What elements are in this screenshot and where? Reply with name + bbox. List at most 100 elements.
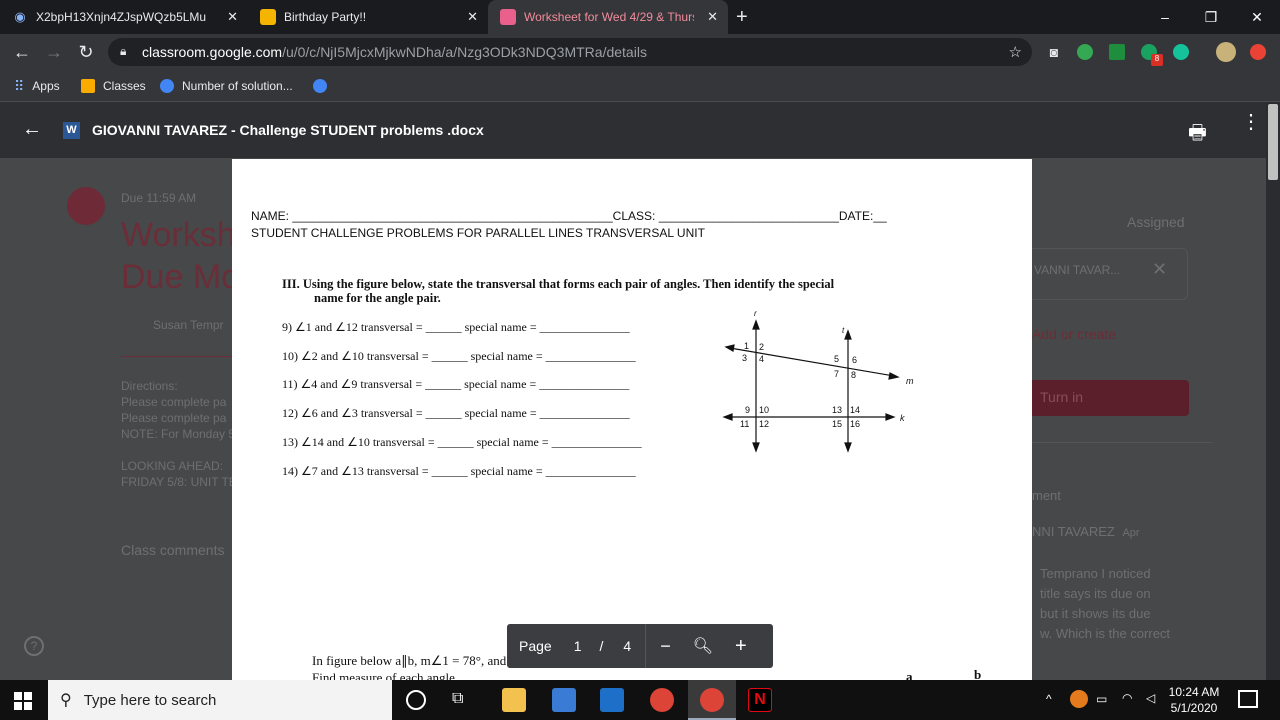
file-viewer-header: ← W GIOVANNI TAVAREZ - Challenge STUDENT…: [0, 102, 1266, 158]
angle-label: 1: [744, 341, 749, 351]
grammarly-icon[interactable]: [1173, 44, 1189, 60]
netflix-icon[interactable]: N: [748, 688, 772, 712]
wifi-icon[interactable]: ◠: [1122, 691, 1132, 705]
new-tab-button[interactable]: +: [736, 0, 760, 34]
assignment-title-line2: Due Mo: [121, 258, 241, 296]
figure-label-b: b: [974, 667, 982, 680]
apps-grid-icon: ⠿: [14, 77, 25, 94]
windows-taskbar: ⚲ Type here to search ⧉ N ^ ▭ ◠ ◁ 10:24 …: [0, 680, 1280, 720]
angle-label: 13: [832, 405, 842, 415]
page-controls: Page 1 / 4 − 🔍︎ +: [507, 624, 773, 668]
chrome-icon[interactable]: [650, 688, 674, 712]
tab-worksheet[interactable]: Worksheet for Wed 4/29 & Thurs ✕: [488, 0, 728, 34]
bookmark-star-icon[interactable]: ☆: [1009, 43, 1022, 61]
assigned-status: Assigned: [1127, 214, 1185, 230]
looking-line: LOOKING AHEAD:: [121, 459, 224, 473]
tab-x2bp[interactable]: ◉ X2bpH13Xnjn4ZJspWQzb5LMu7l ✕: [0, 0, 248, 34]
add-or-create-button[interactable]: Add or create: [1032, 326, 1116, 342]
camera-icon[interactable]: ◙: [1040, 34, 1068, 70]
address-bar[interactable]: 🔒︎ classroom.google.com/u/0/c/NjI5MjcxMj…: [108, 38, 1032, 66]
store-icon[interactable]: [552, 688, 576, 712]
search-placeholder: Type here to search: [83, 691, 217, 709]
taskbar-search-box[interactable]: ⚲ Type here to search: [48, 680, 392, 720]
arrow-head: [752, 319, 760, 330]
arrow-head: [844, 442, 852, 453]
cortana-icon[interactable]: [406, 690, 426, 710]
label-k: k: [900, 413, 905, 423]
turn-in-button[interactable]: Turn in: [1032, 380, 1189, 416]
close-tab-icon[interactable]: ✕: [227, 9, 238, 25]
question-13: 13) ∠14 and ∠10 transversal = ______ spe…: [282, 435, 642, 449]
bookmarks-bar: ⠿ Apps Classes Number of solution...: [0, 70, 1280, 102]
help-icon[interactable]: ?: [24, 636, 44, 656]
bookmark-label: Apps: [32, 79, 60, 93]
chrome-profile-icon[interactable]: [700, 688, 724, 712]
print-icon[interactable]: 🖶︎: [1188, 118, 1207, 152]
arrow-head: [844, 329, 852, 340]
document-page: NAME: __________________________________…: [232, 159, 1032, 680]
angle-label: 8: [851, 370, 856, 380]
zoom-in-icon[interactable]: +: [735, 635, 747, 658]
extension-check-icon[interactable]: [1109, 44, 1125, 60]
label-r: r: [754, 309, 757, 318]
word-doc-icon: W: [63, 122, 80, 139]
question-10: 10) ∠2 and ∠10 transversal = ______ spec…: [282, 349, 636, 363]
bookmark-apps[interactable]: ⠿ Apps: [14, 70, 60, 102]
tray-app-icon[interactable]: [1070, 690, 1088, 708]
notification-center-icon[interactable]: [1238, 690, 1258, 708]
zoom-out-icon[interactable]: −: [660, 636, 671, 657]
question-12: 12) ∠6 and ∠3 transversal = ______ speci…: [282, 406, 630, 420]
extension-green-icon[interactable]: [1077, 44, 1093, 60]
arrow-head: [724, 344, 735, 352]
close-tab-icon[interactable]: ✕: [707, 9, 718, 25]
tray-expand-icon[interactable]: ^: [1046, 692, 1052, 706]
restore-button[interactable]: ❐: [1188, 0, 1234, 34]
avatar[interactable]: [1216, 42, 1236, 62]
page-content: 2020 Due 11:59 AM Workshe Due Mo Susan T…: [0, 102, 1280, 680]
date-text: 5/1/2020: [1170, 701, 1218, 715]
directions-line: Please complete pa: [121, 395, 227, 409]
angle-label: 16: [850, 419, 860, 429]
angle-label: 5: [834, 354, 839, 364]
more-options-icon[interactable]: ⋮: [1241, 112, 1261, 132]
comment-line: but it shows its due: [1040, 606, 1151, 621]
comment-author: NNI TAVAREZ: [1032, 524, 1115, 539]
reload-icon[interactable]: ↻: [72, 34, 100, 70]
clock[interactable]: 10:24 AM 5/1/2020: [1166, 684, 1222, 716]
minimize-button[interactable]: –: [1142, 0, 1188, 34]
zoom-icon[interactable]: 🔍︎: [693, 636, 713, 656]
scrollbar[interactable]: [1266, 102, 1280, 680]
due-text: Due 11:59 AM: [121, 191, 197, 205]
divider: [121, 356, 231, 357]
extension-upload-icon[interactable]: [1250, 44, 1266, 60]
angle-label: 10: [759, 405, 769, 415]
attachment-card[interactable]: VANNI TAVAR... ✕: [1032, 248, 1188, 300]
search-icon: ⚲: [60, 692, 72, 709]
task-view-icon[interactable]: ⧉: [452, 690, 463, 708]
arrow-head: [722, 413, 733, 421]
bookmark-extra[interactable]: [313, 70, 335, 102]
mail-icon[interactable]: [600, 688, 624, 712]
label-t: t: [842, 326, 845, 335]
volume-icon[interactable]: ◁: [1146, 691, 1155, 705]
current-page[interactable]: 1: [574, 638, 582, 654]
bookmark-classes[interactable]: Classes: [81, 70, 146, 102]
notification-badge: 8: [1151, 54, 1163, 66]
directions-line: Directions:: [121, 379, 178, 393]
battery-icon[interactable]: ▭: [1096, 692, 1107, 706]
close-tab-icon[interactable]: ✕: [467, 9, 478, 25]
forward-arrow-icon[interactable]: →: [40, 34, 68, 70]
back-arrow-icon[interactable]: ←: [8, 34, 36, 70]
back-arrow-icon[interactable]: ←: [22, 118, 42, 141]
directions: Directions: Please complete pa Please co…: [121, 378, 235, 442]
scrollbar-thumb[interactable]: [1268, 104, 1278, 180]
close-icon[interactable]: ✕: [1152, 259, 1167, 280]
angle-label: 11: [740, 419, 749, 429]
close-window-button[interactable]: ✕: [1234, 0, 1280, 34]
windows-start-icon[interactable]: [14, 692, 32, 710]
divider: [1032, 442, 1212, 443]
bookmark-number-of-solution[interactable]: Number of solution...: [160, 70, 293, 102]
tab-birthday-party[interactable]: Birthday Party!! ✕: [248, 0, 488, 34]
website-icon: [313, 79, 327, 93]
file-explorer-icon[interactable]: [502, 688, 526, 712]
